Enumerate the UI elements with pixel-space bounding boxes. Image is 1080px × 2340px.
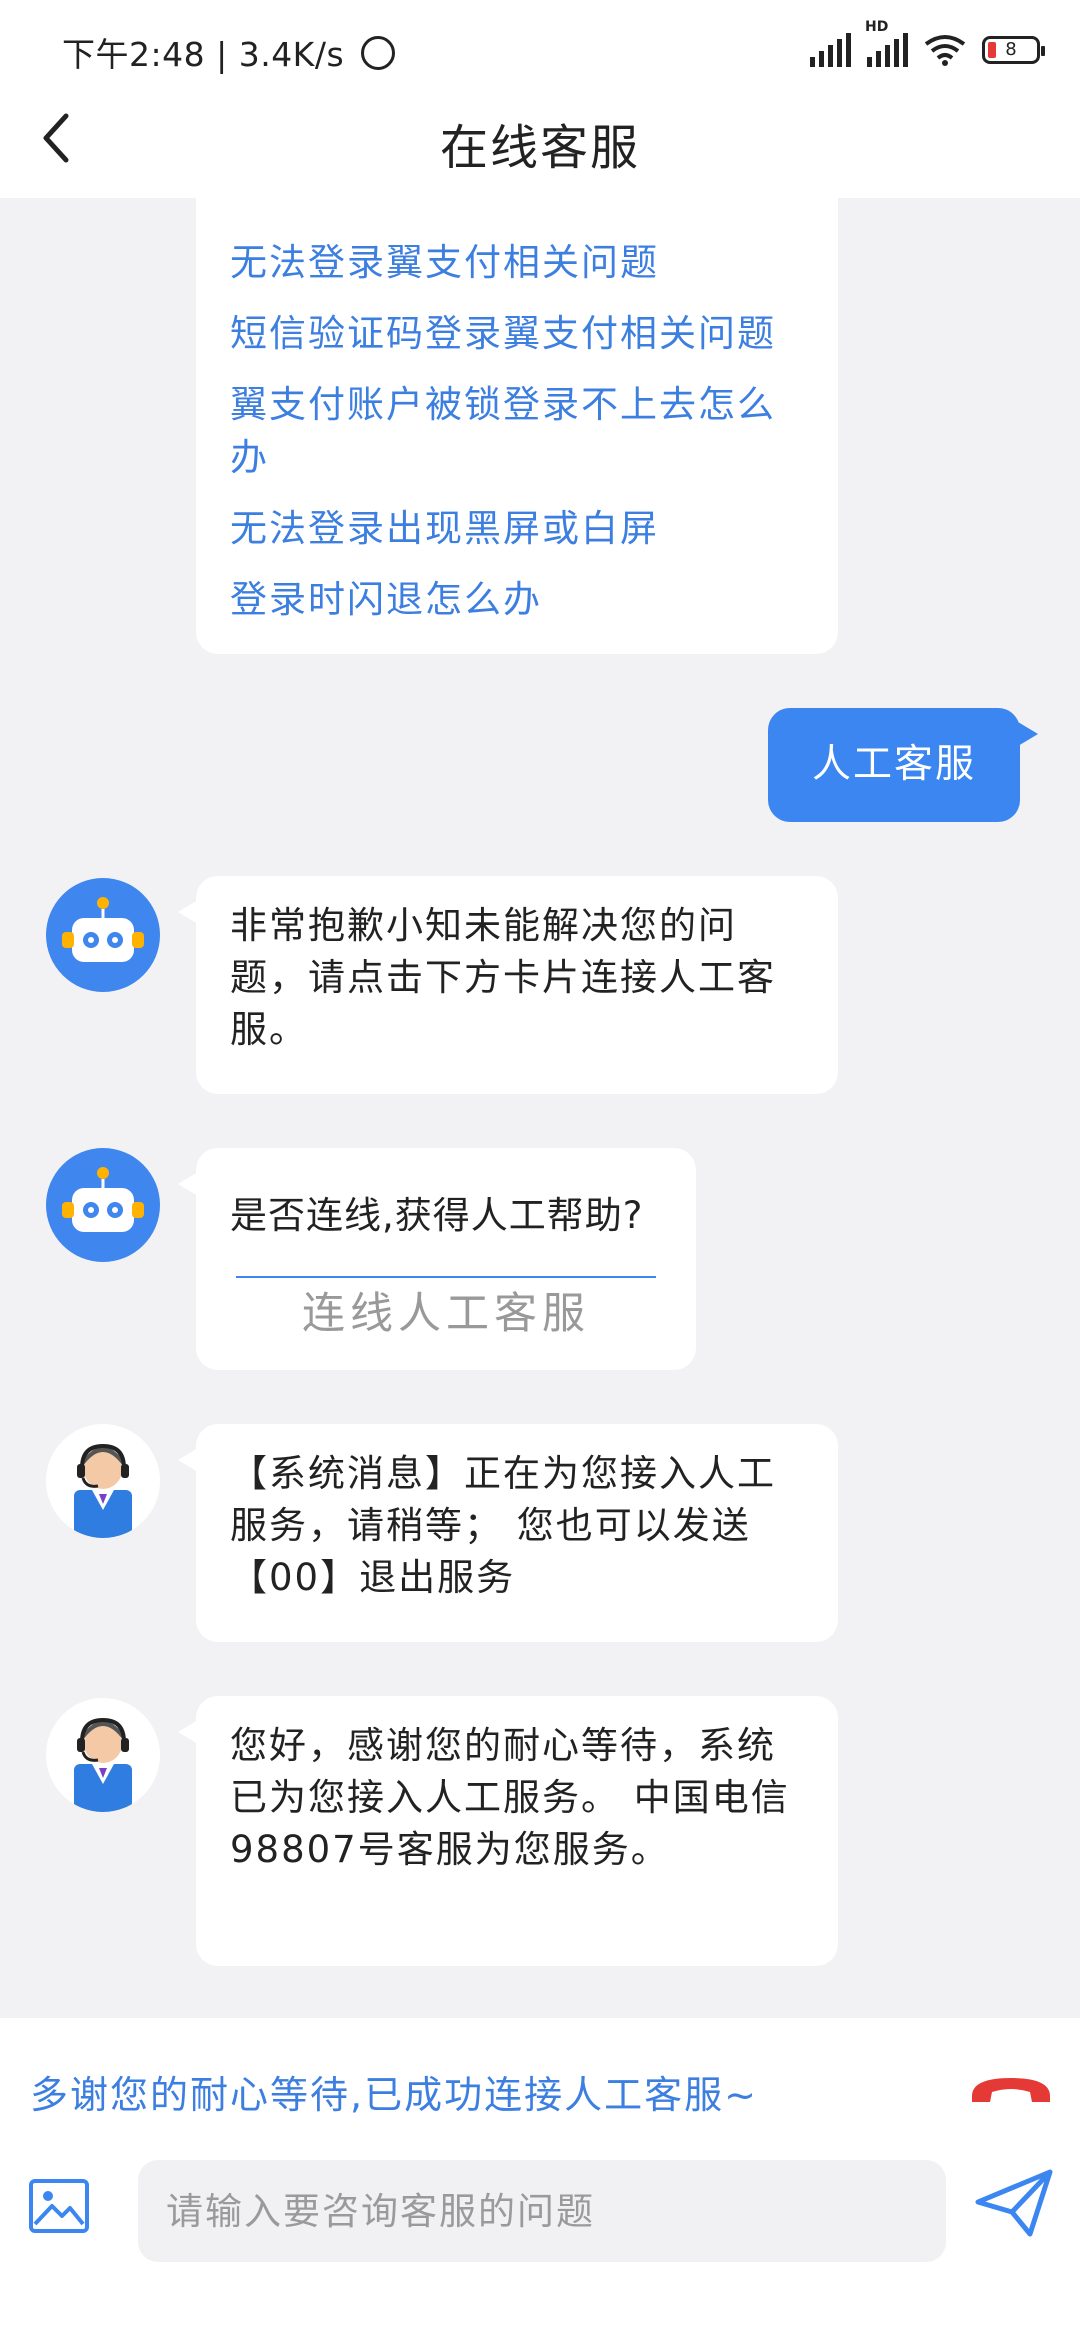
robot-avatar bbox=[46, 878, 160, 992]
wifi-icon bbox=[924, 35, 966, 66]
connected-notice: 多谢您的耐心等待,已成功连接人工客服~ bbox=[30, 2073, 758, 2117]
faq-item-login-issue[interactable]: 无法登录翼支付相关问题 bbox=[230, 236, 804, 289]
signal-icon bbox=[810, 33, 851, 67]
agent-system-text: 【系统消息】正在为您接入人工服务，请稍等； 您也可以发送【00】退出服务 bbox=[230, 1452, 776, 1599]
connect-agent-button[interactable]: 连线人工客服 bbox=[196, 1288, 696, 1340]
battery-icon: 8 bbox=[982, 36, 1045, 64]
connect-divider bbox=[236, 1276, 656, 1278]
agent-greeting-bubble: 您好，感谢您的耐心等待，系统已为您接入人工服务。 中国电信98807号客服为您服… bbox=[178, 1696, 838, 1966]
alarm-icon bbox=[361, 36, 396, 70]
agent-icon bbox=[74, 1717, 132, 1812]
user-message-bubble: 人工客服 bbox=[768, 708, 1038, 822]
hangup-phone-icon[interactable] bbox=[968, 2072, 1054, 2106]
robot-avatar-2 bbox=[46, 1148, 160, 1262]
status-icons: HD 8 bbox=[810, 19, 1045, 70]
hd-label: HD bbox=[865, 19, 889, 35]
top-bar: 下午2:48 | 3.4K/s HD 8 在线客服 bbox=[0, 0, 1080, 198]
agent-avatar bbox=[46, 1424, 160, 1538]
bot-apology-text: 非常抱歉小知未能解决您的问题，请点击下方卡片连接人工客服。 bbox=[230, 904, 776, 1051]
question-input[interactable] bbox=[138, 2160, 946, 2262]
page-title: 在线客服 bbox=[439, 120, 640, 176]
faq-item-sms-login[interactable]: 短信验证码登录翼支付相关问题 bbox=[230, 307, 804, 360]
status-time-speed: 下午2:48 | 3.4K/s bbox=[62, 28, 396, 76]
image-picker-icon[interactable] bbox=[28, 2178, 90, 2234]
battery-level: 8 bbox=[1005, 39, 1017, 60]
faq-bubble: 户端 户端 无法登录翼支付相关问题 短信验证码登录翼支付相关问题 翼支付账户被锁… bbox=[196, 129, 838, 654]
robot-icon bbox=[62, 1167, 144, 1232]
signal-hd-icon: HD bbox=[865, 19, 908, 67]
agent-system-bubble: 【系统消息】正在为您接入人工服务，请稍等； 您也可以发送【00】退出服务 bbox=[178, 1424, 838, 1642]
agent-greeting-text: 您好，感谢您的耐心等待，系统已为您接入人工服务。 中国电信98807号客服为您服… bbox=[230, 1724, 790, 1871]
faq-item-black-white-screen[interactable]: 无法登录出现黑屏或白屏 bbox=[230, 502, 804, 555]
faq-item-account-locked[interactable]: 翼支付账户被锁登录不上去怎么办 bbox=[230, 378, 804, 484]
faq-item-crash[interactable]: 登录时闪退怎么办 bbox=[230, 573, 804, 626]
bot-apology-bubble: 非常抱歉小知未能解决您的问题，请点击下方卡片连接人工客服。 bbox=[178, 876, 838, 1094]
robot-icon bbox=[62, 897, 144, 962]
agent-avatar-2 bbox=[46, 1698, 160, 1812]
user-message-text: 人工客服 bbox=[811, 742, 976, 787]
bottom-bar: 多谢您的耐心等待,已成功连接人工客服~ bbox=[0, 2018, 1080, 2340]
bot-connect-card: 是否连线,获得人工帮助? 连线人工客服 bbox=[178, 1148, 696, 1370]
faq-list: 无法登录翼支付相关问题 短信验证码登录翼支付相关问题 翼支付账户被锁登录不上去怎… bbox=[230, 236, 804, 626]
status-time-text: 下午2:48 | 3.4K/s bbox=[62, 35, 345, 74]
send-icon[interactable] bbox=[974, 2168, 1054, 2238]
connect-question: 是否连线,获得人工帮助? bbox=[230, 1194, 644, 1237]
agent-icon bbox=[74, 1443, 132, 1538]
